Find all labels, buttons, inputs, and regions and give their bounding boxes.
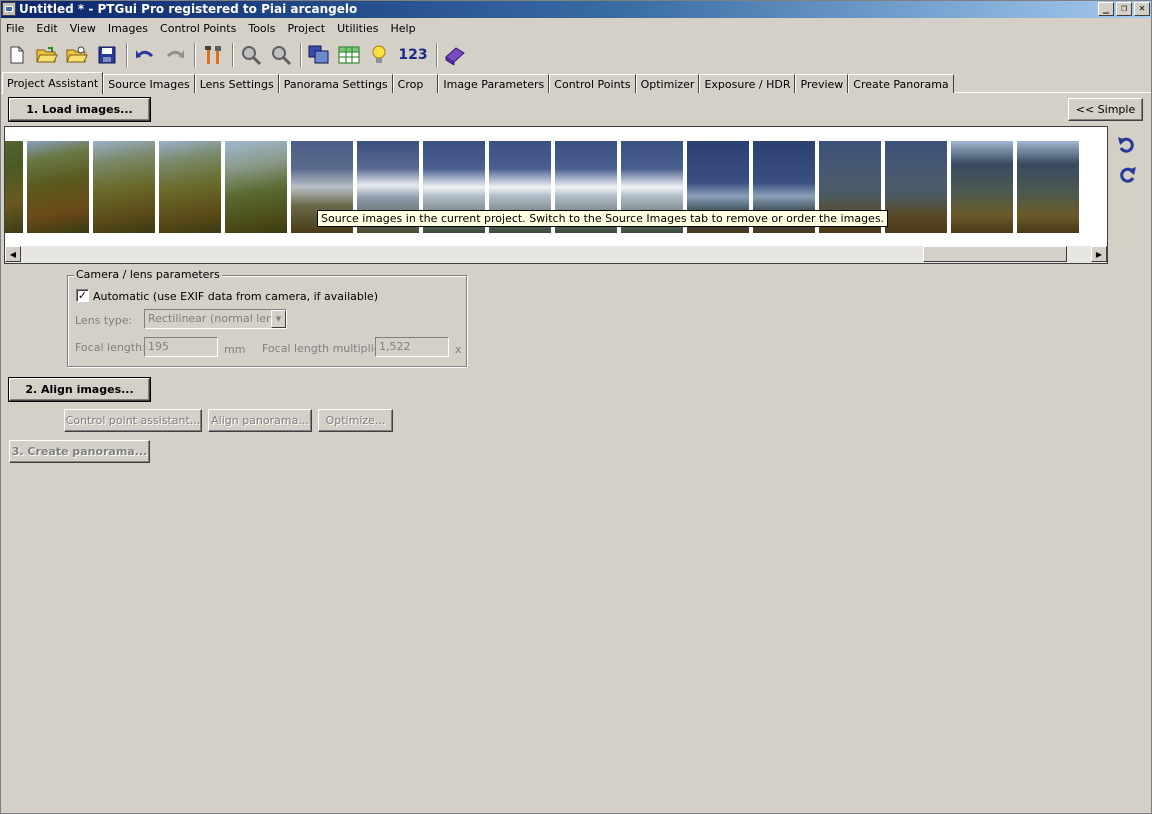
menu-view[interactable]: View: [64, 22, 102, 35]
horizontal-scrollbar[interactable]: ◀ ▶: [5, 246, 1107, 263]
tab-bar: Project Assistant Source Images Lens Set…: [2, 71, 954, 94]
camera-lens-group-title: Camera / lens parameters: [74, 268, 222, 281]
align-images-button[interactable]: 2. Align images...: [8, 377, 151, 402]
image-thumbnail[interactable]: [225, 141, 287, 233]
menu-control-points[interactable]: Control Points: [154, 22, 242, 35]
rotate-cw-icon[interactable]: [1116, 164, 1138, 186]
tab-lens-settings[interactable]: Lens Settings: [194, 74, 279, 93]
table-icon[interactable]: [336, 42, 362, 68]
lens-type-value: Rectilinear (normal lens): [148, 312, 284, 325]
image-thumbnail[interactable]: [5, 141, 23, 233]
tab-exposure-hdr[interactable]: Exposure / HDR: [699, 74, 796, 93]
multiplier-label: Focal length multiplier:: [262, 342, 389, 355]
focal-length-value: 195: [148, 340, 169, 353]
panorama-editor-icon[interactable]: [306, 42, 332, 68]
scroll-left-arrow-icon[interactable]: ◀: [5, 246, 21, 262]
scroll-right-arrow-icon[interactable]: ▶: [1091, 246, 1107, 262]
load-images-button[interactable]: 1. Load images...: [8, 97, 151, 122]
tab-crop[interactable]: Crop: [392, 74, 439, 93]
numbering-label: 123: [398, 47, 428, 63]
menu-utilities[interactable]: Utilities: [331, 22, 384, 35]
multiplier-field[interactable]: 1,522: [375, 337, 449, 357]
multiplier-value: 1,522: [379, 340, 411, 353]
menu-project[interactable]: Project: [281, 22, 331, 35]
open-icon[interactable]: [34, 42, 60, 68]
zoom-out-icon[interactable]: [268, 42, 294, 68]
chevron-down-icon: ▼: [271, 310, 286, 328]
numbering-icon[interactable]: 123: [396, 42, 430, 68]
zoom-in-icon[interactable]: [238, 42, 264, 68]
tips-icon[interactable]: [366, 42, 392, 68]
align-panorama-button[interactable]: Align panorama...: [208, 409, 312, 432]
control-point-assistant-button[interactable]: Control point assistant...: [64, 409, 202, 432]
menu-images[interactable]: Images: [102, 22, 154, 35]
focal-length-unit: mm: [224, 343, 246, 356]
lens-type-select[interactable]: Rectilinear (normal lens) ▼: [144, 309, 287, 329]
source-images-strip[interactable]: Source images in the current project. Sw…: [4, 126, 1108, 264]
app-icon[interactable]: [2, 2, 16, 16]
toolbar: 123: [0, 39, 1152, 71]
menu-edit[interactable]: Edit: [30, 22, 63, 35]
tab-panorama-settings[interactable]: Panorama Settings: [278, 74, 393, 93]
automatic-exif-label: Automatic (use EXIF data from camera, if…: [93, 290, 378, 303]
tab-create-panorama[interactable]: Create Panorama: [848, 74, 954, 93]
tab-optimizer[interactable]: Optimizer: [635, 74, 700, 93]
image-thumbnail[interactable]: [885, 141, 947, 233]
menu-bar: File Edit View Images Control Points Too…: [0, 19, 1152, 37]
focal-length-label: Focal length:: [75, 341, 146, 354]
close-button[interactable]: ✕: [1134, 2, 1150, 16]
tab-control-points[interactable]: Control Points: [549, 74, 636, 93]
automatic-exif-checkbox[interactable]: ✓: [76, 289, 89, 302]
simple-mode-button[interactable]: << Simple: [1068, 98, 1143, 121]
title-bar: Untitled * - PTGui Pro registered to Pia…: [0, 0, 1152, 18]
redo-icon[interactable]: [162, 42, 188, 68]
optimize-button[interactable]: Optimize...: [318, 409, 393, 432]
minimize-button[interactable]: _: [1098, 2, 1114, 16]
image-thumbnail[interactable]: [1017, 141, 1079, 233]
create-panorama-button[interactable]: 3. Create panorama...: [9, 440, 150, 463]
tab-source-images[interactable]: Source Images: [103, 74, 195, 93]
menu-file[interactable]: File: [0, 22, 30, 35]
new-icon[interactable]: [4, 42, 30, 68]
save-icon[interactable]: [94, 42, 120, 68]
focal-length-field[interactable]: 195: [144, 337, 218, 357]
help-book-icon[interactable]: [442, 42, 468, 68]
rotate-ccw-icon[interactable]: [1116, 134, 1138, 156]
image-thumbnail[interactable]: [951, 141, 1013, 233]
lens-type-label: Lens type:: [75, 314, 133, 327]
image-thumbnail[interactable]: [93, 141, 155, 233]
tools-icon[interactable]: [200, 42, 226, 68]
strip-tooltip: Source images in the current project. Sw…: [317, 210, 889, 227]
image-thumbnail[interactable]: [159, 141, 221, 233]
restore-button[interactable]: ❐: [1116, 2, 1132, 16]
tab-image-parameters[interactable]: Image Parameters: [438, 74, 550, 93]
multiplier-unit: x: [455, 343, 462, 356]
open-recent-icon[interactable]: [64, 42, 90, 68]
undo-icon[interactable]: [132, 42, 158, 68]
menu-tools[interactable]: Tools: [242, 22, 281, 35]
scrollbar-thumb[interactable]: [923, 246, 1067, 262]
image-thumbnail[interactable]: [27, 141, 89, 233]
tab-preview[interactable]: Preview: [795, 74, 849, 93]
tab-project-assistant[interactable]: Project Assistant: [2, 72, 104, 94]
window-title: Untitled * - PTGui Pro registered to Pia…: [19, 2, 358, 16]
camera-lens-group: Camera / lens parameters ✓ Automatic (us…: [67, 268, 467, 367]
menu-help[interactable]: Help: [385, 22, 422, 35]
